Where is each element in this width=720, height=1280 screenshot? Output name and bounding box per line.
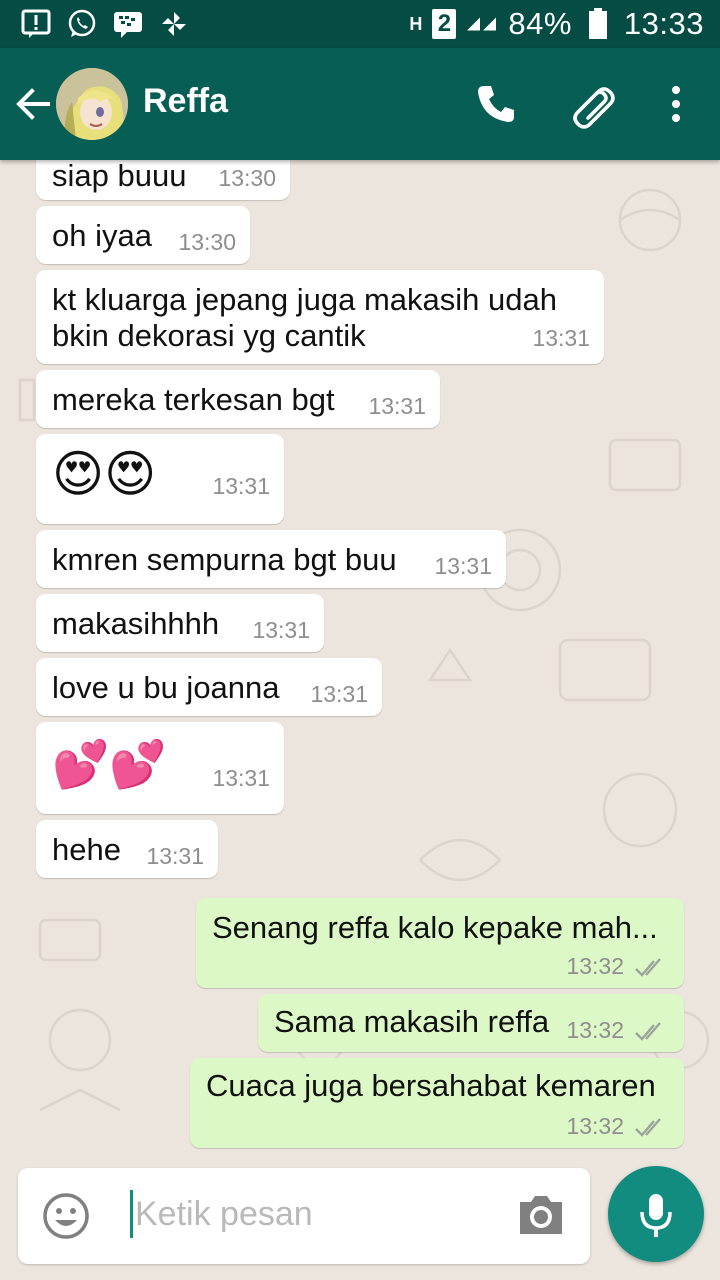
message-time: 13:31 <box>310 681 368 707</box>
message-time: 13:32 <box>566 1017 624 1043</box>
alert-icon <box>20 8 52 40</box>
message-text: mereka terkesan bgt <box>52 382 335 417</box>
clock: 13:33 <box>623 6 704 41</box>
message-time: 13:31 <box>532 325 590 351</box>
message-time: 13:30 <box>178 229 236 255</box>
sim-slot-badge: 2 <box>432 9 457 39</box>
avatar[interactable] <box>56 68 128 140</box>
contact-name[interactable]: Reffa <box>143 82 228 121</box>
message-bubble-incoming[interactable]: siap buuu 13:30 <box>36 160 290 200</box>
read-ticks-icon <box>635 1022 661 1041</box>
record-voice-button[interactable] <box>608 1166 704 1262</box>
read-ticks-icon <box>635 958 661 977</box>
message-text: Senang reffa kalo kepake mah... <box>212 910 658 945</box>
pinwheel-icon <box>158 8 190 40</box>
system-indicators: H 2 84% 13:33 <box>409 6 704 42</box>
message-input[interactable]: Ketik pesan <box>130 1190 313 1238</box>
message-bubble-incoming[interactable]: hehe 13:31 <box>36 820 218 878</box>
message-time: 13:31 <box>434 553 492 579</box>
message-time: 13:31 <box>212 765 270 791</box>
message-bubble-incoming[interactable]: love u bu joanna 13:31 <box>36 658 382 716</box>
message-bubble-incoming[interactable]: 💕💕 13:31 <box>36 722 284 814</box>
message-text: Sama makasih reffa <box>274 1004 550 1039</box>
attach-icon[interactable] <box>568 82 615 129</box>
message-text: siap buuu <box>52 160 187 193</box>
call-icon[interactable] <box>474 82 518 126</box>
bbm-icon <box>112 8 144 40</box>
whatsapp-icon <box>66 8 98 40</box>
message-bubble-outgoing[interactable]: Cuaca juga bersahabat kemaren 13:32 <box>190 1058 684 1148</box>
heart-eyes-emoji: 😍😍 <box>52 446 157 502</box>
message-text: love u bu joanna <box>52 670 280 705</box>
message-bubble-incoming[interactable]: mereka terkesan bgt 13:31 <box>36 370 440 428</box>
status-bar: H 2 84% 13:33 <box>0 0 720 48</box>
message-bubble-incoming[interactable]: 😍😍 13:31 <box>36 434 284 524</box>
message-time: 13:31 <box>212 473 270 499</box>
message-bubble-outgoing[interactable]: Senang reffa kalo kepake mah... 13:32 <box>196 898 684 988</box>
camera-icon[interactable] <box>516 1192 566 1238</box>
back-arrow-icon[interactable] <box>14 84 54 124</box>
message-bubble-incoming[interactable]: kmren sempurna bgt buu 13:31 <box>36 530 506 588</box>
message-text: makasihhhh <box>52 606 220 641</box>
chat-header: Reffa <box>0 48 720 160</box>
emoji-icon[interactable] <box>40 1190 92 1242</box>
two-hearts-emoji: 💕💕 <box>52 738 167 790</box>
signal-icon <box>466 8 498 40</box>
message-bubble-incoming[interactable]: makasihhhh 13:31 <box>36 594 324 652</box>
network-type-label: H <box>409 14 423 34</box>
message-text: kmren sempurna bgt buu <box>52 542 397 577</box>
notification-icons <box>20 8 190 40</box>
battery-percent: 84% <box>508 6 572 41</box>
message-time: 13:31 <box>146 843 204 869</box>
read-ticks-icon <box>635 1118 661 1137</box>
message-time: 13:30 <box>218 165 276 191</box>
message-time: 13:32 <box>566 1113 624 1139</box>
message-time: 13:31 <box>368 393 426 419</box>
message-bubble-outgoing[interactable]: Sama makasih reffa 13:32 <box>258 994 684 1052</box>
battery-icon <box>582 8 614 40</box>
message-time: 13:32 <box>566 953 624 979</box>
message-list[interactable]: siap buuu 13:30 oh iyaa 13:30 kt kluarga… <box>0 160 720 1160</box>
message-text: Cuaca juga bersahabat kemaren <box>206 1068 656 1103</box>
mic-icon <box>640 1194 672 1237</box>
message-bubble-incoming[interactable]: oh iyaa 13:30 <box>36 206 250 264</box>
message-bubble-incoming[interactable]: kt kluarga jepang juga makasih udah bkin… <box>36 270 604 364</box>
message-text: hehe <box>52 832 121 867</box>
composer-box: Ketik pesan <box>18 1168 590 1264</box>
message-time: 13:31 <box>252 617 310 643</box>
more-icon[interactable] <box>654 82 698 126</box>
message-text: oh iyaa <box>52 218 152 253</box>
message-text: kt kluarga jepang juga makasih udah bkin… <box>52 282 557 353</box>
